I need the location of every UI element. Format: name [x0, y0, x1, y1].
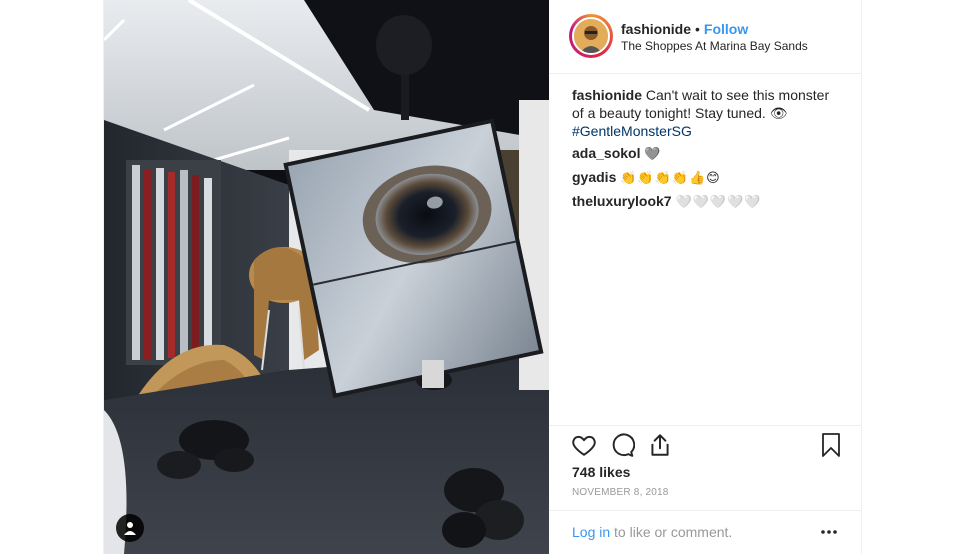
- comment-username[interactable]: gyadis: [572, 169, 616, 185]
- ellipsis-icon: [821, 530, 837, 534]
- comment-text: 🤍🤍🤍🤍🤍: [675, 195, 762, 210]
- comment-item: theluxurylook7 🤍🤍🤍🤍🤍: [572, 192, 842, 212]
- person-icon: [124, 522, 136, 535]
- login-prompt: Log in to like or comment.: [549, 510, 861, 555]
- login-text: Log in to like or comment.: [572, 524, 732, 540]
- avatar[interactable]: [569, 14, 613, 58]
- like-button[interactable]: [571, 432, 599, 460]
- login-link[interactable]: Log in: [572, 524, 610, 540]
- post-container: fashionide • Follow The Shoppes At Marina …: [103, 0, 862, 554]
- photo-illustration: [104, 0, 549, 554]
- avatar-image: [572, 17, 610, 55]
- location-link[interactable]: The Shoppes At Marina Bay Sands: [621, 39, 808, 53]
- comments-list: fashionide Can't wait to see this monste…: [572, 86, 842, 216]
- more-options-button[interactable]: [819, 522, 839, 542]
- likes-count[interactable]: 748 likes: [572, 464, 630, 480]
- header-username-line: fashionide • Follow: [621, 21, 748, 37]
- post-header: fashionide • Follow The Shoppes At Marina …: [549, 0, 861, 74]
- speech-bubble-icon: [612, 433, 636, 457]
- comment-button[interactable]: [609, 432, 637, 460]
- post-sidebar: fashionide • Follow The Shoppes At Marina …: [549, 0, 861, 554]
- comment-username[interactable]: theluxurylook7: [572, 193, 672, 209]
- header-separator: •: [695, 21, 700, 37]
- comment-text: 🩶: [644, 147, 662, 162]
- heart-outline-icon: [572, 435, 596, 456]
- tagged-user-button[interactable]: [116, 514, 144, 542]
- post-date[interactable]: NOVEMBER 8, 2018: [572, 487, 669, 498]
- action-bar: [549, 425, 861, 466]
- comment-caption: fashionide Can't wait to see this monste…: [572, 86, 842, 140]
- comment-item: gyadis 👏👏👏👏👍😊: [572, 168, 842, 188]
- avatar-illustration: [574, 19, 608, 53]
- follow-button[interactable]: Follow: [704, 21, 748, 37]
- comment-username[interactable]: fashionide: [572, 87, 642, 103]
- save-button[interactable]: [819, 432, 847, 460]
- comment-username[interactable]: ada_sokol: [572, 145, 640, 161]
- comment-text: 👏👏👏👏👍😊: [620, 171, 721, 186]
- bookmark-icon: [822, 433, 840, 457]
- header-username[interactable]: fashionide: [621, 21, 691, 37]
- comment-item: ada_sokol 🩶: [572, 144, 842, 164]
- hashtag-link[interactable]: #GentleMonsterSG: [572, 123, 692, 139]
- post-photo[interactable]: [104, 0, 549, 554]
- share-button[interactable]: [647, 432, 675, 460]
- share-icon: [651, 434, 669, 456]
- login-rest-text: to like or comment.: [610, 524, 733, 540]
